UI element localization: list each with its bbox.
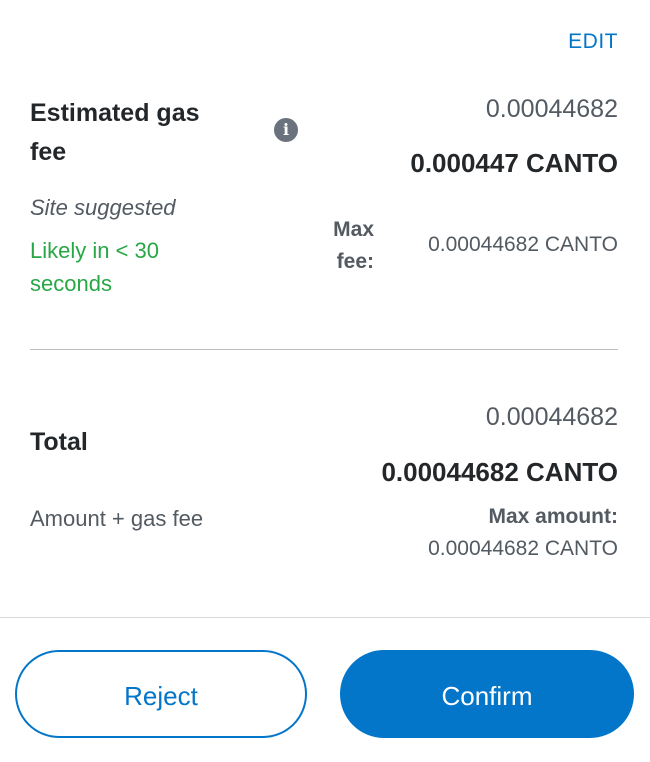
- edit-gas-link[interactable]: EDIT: [568, 30, 618, 54]
- gas-fee-title-line1: Estimated gas: [30, 99, 200, 127]
- max-amount-label: Max amount:: [488, 505, 618, 528]
- likely-time-note: Likely in < 30 seconds: [30, 238, 160, 296]
- total-fiat: 0.00044682: [485, 403, 618, 431]
- reject-button[interactable]: Reject: [15, 650, 307, 738]
- section-divider: [30, 349, 618, 350]
- max-amount-value: 0.00044682 CANTO: [428, 537, 618, 560]
- total-crypto: 0.00044682 CANTO: [381, 457, 618, 487]
- footer-divider: [0, 617, 650, 618]
- max-fee-label: Max fee:: [333, 218, 374, 273]
- total-title: Total: [30, 428, 88, 456]
- site-suggested-note: Site suggested: [30, 195, 176, 220]
- confirm-button[interactable]: Confirm: [340, 650, 634, 738]
- amount-plus-gas-note: Amount + gas fee: [30, 506, 204, 531]
- info-icon[interactable]: i: [274, 118, 298, 142]
- gas-fee-fiat: 0.00044682: [485, 95, 618, 123]
- max-fee-value: 0.00044682 CANTO: [428, 233, 618, 256]
- gas-fee-title-line2: fee: [30, 138, 67, 166]
- gas-fee-crypto: 0.000447 CANTO: [410, 148, 618, 178]
- gas-fee-title: Estimated gas fee: [30, 94, 200, 172]
